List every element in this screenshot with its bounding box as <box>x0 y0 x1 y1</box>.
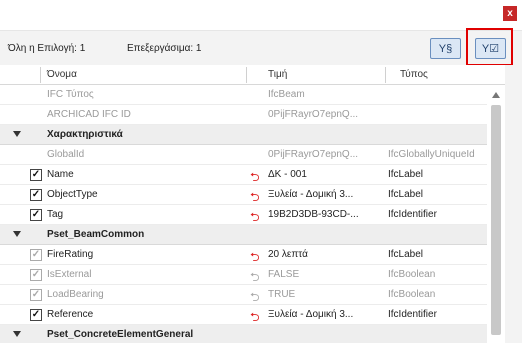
property-value[interactable]: IfcBeam <box>268 89 384 100</box>
property-value[interactable]: 19B2D3DB-93CD-... <box>268 209 384 220</box>
collapse-triangle-icon[interactable] <box>13 331 21 337</box>
row-checkbox[interactable]: ✓ <box>30 169 42 181</box>
collapse-triangle-icon[interactable] <box>13 231 21 237</box>
property-name: ARCHICAD IFC ID <box>47 109 131 120</box>
property-value[interactable]: TRUE <box>268 289 384 300</box>
highlight-annotation <box>466 28 513 66</box>
table-row[interactable]: ✓ Reference ⮌ Ξυλεία - Δομική 3... IfcIdenti… <box>0 305 505 325</box>
row-checkbox[interactable]: ✓ <box>30 249 42 261</box>
property-value[interactable]: 0PijFRayrO7epnQ... <box>268 109 384 120</box>
column-separator <box>40 67 41 83</box>
property-name: Reference <box>47 309 94 320</box>
column-separator[interactable] <box>385 67 386 83</box>
group-row[interactable]: Χαρακτηριστικά <box>0 125 505 145</box>
row-checkbox[interactable]: ✓ <box>30 269 42 281</box>
property-value[interactable]: ΔΚ - 001 <box>268 169 384 180</box>
property-name: IsExternal <box>47 269 92 280</box>
table-row[interactable]: ✓ FireRating ⮌ 20 λεπτά IfcLabel <box>0 245 505 265</box>
row-checkbox[interactable]: ✓ <box>30 289 42 301</box>
property-type: IfcIdentifier <box>388 309 437 320</box>
property-value[interactable]: Ξυλεία - Δομική 3... <box>268 189 384 200</box>
row-checkbox[interactable]: ✓ <box>30 189 42 201</box>
property-value[interactable]: 20 λεπτά <box>268 249 384 260</box>
property-name: LoadBearing <box>47 289 104 300</box>
table-row[interactable]: ✓ Name ⮌ ΔΚ - 001 IfcLabel <box>0 165 505 185</box>
table-row[interactable]: ✓ IsExternal ⮌ FALSE IfcBoolean <box>0 265 505 285</box>
property-name: Tag <box>47 209 64 220</box>
title-bar: x <box>0 0 522 31</box>
property-value[interactable]: 0PijFRayrO7epnQ... <box>268 149 384 160</box>
property-type: IfcLabel <box>388 189 424 200</box>
property-type: IfcGloballyUniqueId <box>388 149 475 160</box>
property-type: IfcBoolean <box>388 269 436 280</box>
filter-section-button[interactable]: Y§ <box>430 38 461 59</box>
table-header: Όνομα Τιμή Τύπος <box>0 65 505 85</box>
group-name: Pset_ConcreteElementGeneral <box>47 329 194 340</box>
properties-table: Όνομα Τιμή Τύπος IFC Τύπος IfcBeam ARCHICA… <box>0 65 522 343</box>
group-name: Χαρακτηριστικά <box>47 129 123 140</box>
table-row[interactable]: IFC Τύπος IfcBeam <box>0 85 505 105</box>
column-header-name[interactable]: Όνομα <box>47 69 77 80</box>
column-header-value[interactable]: Τιμή <box>268 69 287 80</box>
property-value[interactable]: Ξυλεία - Δομική 3... <box>268 309 384 320</box>
scroll-thumb[interactable] <box>491 105 501 335</box>
table-row[interactable]: ✓ ObjectType ⮌ Ξυλεία - Δομική 3... IfcLabel <box>0 185 505 205</box>
all-selection-count: Όλη η Επιλογή: 1 <box>8 43 86 54</box>
group-row[interactable]: Pset_ConcreteElementGeneral <box>0 325 505 343</box>
selection-info-bar: Όλη η Επιλογή: 1 Επεξεργάσιμα: 1 Y§ Y☑ <box>0 31 522 65</box>
panel-edge <box>505 65 522 343</box>
table-row[interactable]: ARCHICAD IFC ID 0PijFRayrO7epnQ... <box>0 105 505 125</box>
column-header-type[interactable]: Τύπος <box>400 69 428 80</box>
group-row[interactable]: Pset_BeamCommon <box>0 225 505 245</box>
property-type: IfcIdentifier <box>388 209 437 220</box>
editable-count: Επεξεργάσιμα: 1 <box>127 43 202 54</box>
group-name: Pset_BeamCommon <box>47 229 145 240</box>
collapse-triangle-icon[interactable] <box>13 131 21 137</box>
table-rows: IFC Τύπος IfcBeam ARCHICAD IFC ID 0PijFRayr… <box>0 85 505 343</box>
property-name: GlobalId <box>47 149 85 160</box>
table-row[interactable]: GlobalId 0PijFRayrO7epnQ... IfcGloballyUni… <box>0 145 505 165</box>
property-type: IfcBoolean <box>388 289 436 300</box>
property-value[interactable]: FALSE <box>268 269 384 280</box>
scroll-up-arrow-icon[interactable] <box>492 92 500 98</box>
column-separator[interactable] <box>246 67 247 83</box>
table-row[interactable]: ✓ LoadBearing ⮌ TRUE IfcBoolean <box>0 285 505 305</box>
property-name: FireRating <box>47 249 94 260</box>
property-name: Name <box>47 169 74 180</box>
property-type: IfcLabel <box>388 249 424 260</box>
vertical-scrollbar[interactable] <box>487 85 505 343</box>
table-row[interactable]: ✓ Tag ⮌ 19B2D3DB-93CD-... IfcIdentifier <box>0 205 505 225</box>
row-checkbox[interactable]: ✓ <box>30 209 42 221</box>
close-button[interactable]: x <box>503 6 517 21</box>
property-name: IFC Τύπος <box>47 89 94 100</box>
property-type: IfcLabel <box>388 169 424 180</box>
property-name: ObjectType <box>47 189 98 200</box>
row-checkbox[interactable]: ✓ <box>30 309 42 321</box>
